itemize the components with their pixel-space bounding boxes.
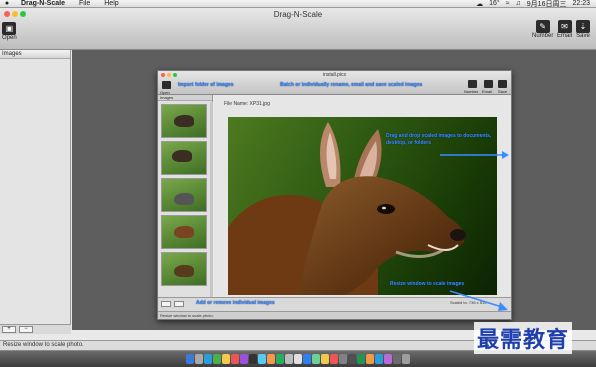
- trash-icon[interactable]: [402, 354, 410, 364]
- finder-icon[interactable]: [186, 354, 194, 364]
- resize-arrow-icon: [449, 290, 508, 311]
- images-sidebar-header: Images: [0, 50, 70, 59]
- volume-icon[interactable]: ♫: [516, 0, 521, 7]
- number-button[interactable]: ✎ Number: [532, 20, 553, 39]
- annotation-batch: Batch or individually rename, email and …: [280, 82, 423, 88]
- annotation-resize: Resize window to scale images: [390, 281, 465, 287]
- menu-file[interactable]: File: [72, 0, 97, 7]
- add-image-button[interactable]: +: [2, 326, 16, 333]
- wifi-icon[interactable]: ≈: [506, 0, 510, 7]
- download-icon: ⇣: [576, 20, 590, 33]
- terminal-icon[interactable]: [249, 354, 257, 364]
- save-button[interactable]: ⇣ Save: [576, 20, 590, 39]
- inner-sidebar-header: Images: [158, 95, 212, 101]
- inner-save-label: Save: [498, 89, 508, 94]
- weather-icon[interactable]: ☁: [476, 0, 483, 8]
- temperature-label: 16°: [489, 0, 500, 7]
- launchpad-icon[interactable]: [195, 354, 203, 364]
- save-label: Save: [576, 33, 590, 39]
- pencil-icon: ✎: [535, 20, 550, 33]
- envelope-icon: ✉: [557, 20, 572, 33]
- thumbnail: [161, 252, 207, 286]
- thumbnail: [161, 141, 207, 175]
- clock-label[interactable]: 22:23: [572, 0, 590, 7]
- preferences-icon[interactable]: [285, 354, 293, 364]
- inner-scrollbar: [210, 102, 213, 302]
- menu-app-name[interactable]: Drag-N-Scale: [14, 0, 72, 7]
- maps-icon[interactable]: [312, 354, 320, 364]
- inner-window-title: install.pics: [322, 72, 347, 78]
- image-icon: ▣: [2, 22, 17, 35]
- email-button[interactable]: ✉ Email: [557, 20, 572, 39]
- watermark: 最需教育: [474, 322, 573, 354]
- sidebar-footer: + −: [0, 324, 71, 334]
- number-label: Number: [532, 33, 554, 39]
- notes-icon[interactable]: [222, 354, 230, 364]
- numbers-icon[interactable]: [357, 354, 365, 364]
- thumbnail: [161, 104, 207, 138]
- open-label: Open: [2, 35, 17, 41]
- textedit-icon[interactable]: [294, 354, 302, 364]
- inner-envelope-icon: [484, 80, 493, 88]
- drag-arrow-icon: [440, 151, 509, 159]
- ibooks-icon[interactable]: [321, 354, 329, 364]
- app-icon[interactable]: [348, 354, 356, 364]
- annotation-import: Import folder of images: [178, 82, 234, 88]
- menu-help[interactable]: Help: [97, 0, 125, 7]
- annotation-drag: Drag and drop scaled images to documents…: [386, 133, 492, 146]
- calendar-icon[interactable]: [231, 354, 239, 364]
- podcast-icon[interactable]: [384, 354, 392, 364]
- inner-open-icon: [162, 81, 171, 89]
- mail-icon[interactable]: [303, 354, 311, 364]
- annotation-add-remove: Add or remove individual images: [196, 300, 275, 306]
- preview-screenshot: install.pics Open Number Email Save Imag…: [157, 70, 512, 320]
- inner-pencil-icon: [468, 80, 477, 88]
- messages-icon[interactable]: [213, 354, 221, 364]
- window-toolbar: Drag-N-Scale ▣ Open ✎ Number ✉ Email ⇣ S…: [0, 8, 596, 50]
- safari-icon[interactable]: [204, 354, 212, 364]
- inner-email-label: Email: [482, 89, 493, 94]
- reminders-icon[interactable]: [330, 354, 338, 364]
- open-button[interactable]: ▣ Open: [2, 22, 17, 41]
- folder-icon[interactable]: [393, 354, 401, 364]
- menu-bar: ● Drag-N-Scale File Help ☁ 16° ≈ ♫ 9月16日…: [0, 0, 596, 8]
- date-label: 9月16日周三: [526, 0, 567, 8]
- thumbnail: [161, 178, 207, 212]
- facetime-icon[interactable]: [276, 354, 284, 364]
- drag-n-scale-icon[interactable]: [339, 354, 347, 364]
- app-window: Drag-N-Scale ▣ Open ✎ Number ✉ Email ⇣ S…: [0, 8, 596, 350]
- email-label: Email: [557, 33, 573, 39]
- photos-icon[interactable]: [267, 354, 275, 364]
- app-store-icon[interactable]: [258, 354, 266, 364]
- images-sidebar[interactable]: Images: [0, 50, 71, 330]
- itunes-icon[interactable]: [240, 354, 248, 364]
- window-title: Drag-N-Scale: [273, 10, 323, 19]
- inner-download-icon: [498, 80, 507, 88]
- remove-image-button[interactable]: −: [19, 326, 33, 333]
- file-name-label: File Name: XP31.jpg: [224, 101, 270, 107]
- pages-icon[interactable]: [375, 354, 383, 364]
- inner-images-sidebar: Images: [158, 95, 213, 311]
- keynote-icon[interactable]: [366, 354, 374, 364]
- inner-number-label: Number: [464, 89, 479, 94]
- thumbnail: [161, 215, 207, 249]
- apple-menu-icon[interactable]: ●: [0, 0, 14, 7]
- inner-remove-button: [174, 301, 184, 307]
- inner-add-button: [161, 301, 171, 307]
